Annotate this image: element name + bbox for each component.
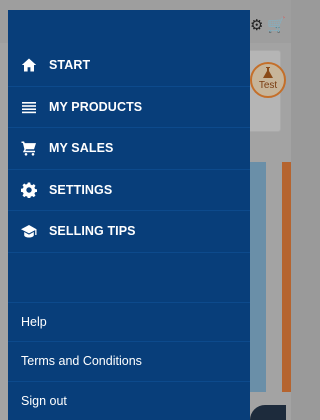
gear-icon[interactable]: ⚙ [250, 18, 263, 33]
menu-item-selling-tips[interactable]: SELLING TIPS [8, 211, 250, 253]
avatar[interactable]: Test [250, 62, 286, 98]
cart-icon [20, 139, 38, 157]
gear-icon [20, 181, 38, 199]
graduation-cap-icon [20, 222, 38, 240]
menu-link-help[interactable]: Help [8, 303, 250, 342]
menu-item-settings[interactable]: SETTINGS [8, 170, 250, 211]
list-icon [20, 98, 38, 116]
menu-item-start[interactable]: START [8, 45, 250, 87]
drawer-header [8, 10, 250, 45]
product-tile [282, 162, 291, 392]
menu-link-sign-out[interactable]: Sign out [8, 382, 250, 420]
product-tile [248, 162, 266, 392]
menu-item-label: MY PRODUCTS [49, 99, 143, 114]
menu-item-label: MY SALES [49, 141, 114, 156]
menu-item-my-products[interactable]: MY PRODUCTS [8, 87, 250, 128]
flask-icon [263, 67, 273, 78]
drawer-divider [8, 253, 250, 303]
menu-item-label: SELLING TIPS [49, 224, 136, 239]
avatar-label: Test [258, 80, 278, 91]
home-icon [20, 56, 38, 74]
menu-item-label: START [49, 58, 91, 73]
menu-item-label: SETTINGS [49, 182, 113, 197]
navigation-drawer: START MY PRODUCTS MY SALES SETTINGS SELL… [8, 10, 250, 420]
cart-icon[interactable]: 🛒 [267, 18, 286, 33]
floating-button[interactable] [250, 405, 286, 420]
menu-item-my-sales[interactable]: MY SALES [8, 128, 250, 170]
menu-link-terms[interactable]: Terms and Conditions [8, 342, 250, 382]
